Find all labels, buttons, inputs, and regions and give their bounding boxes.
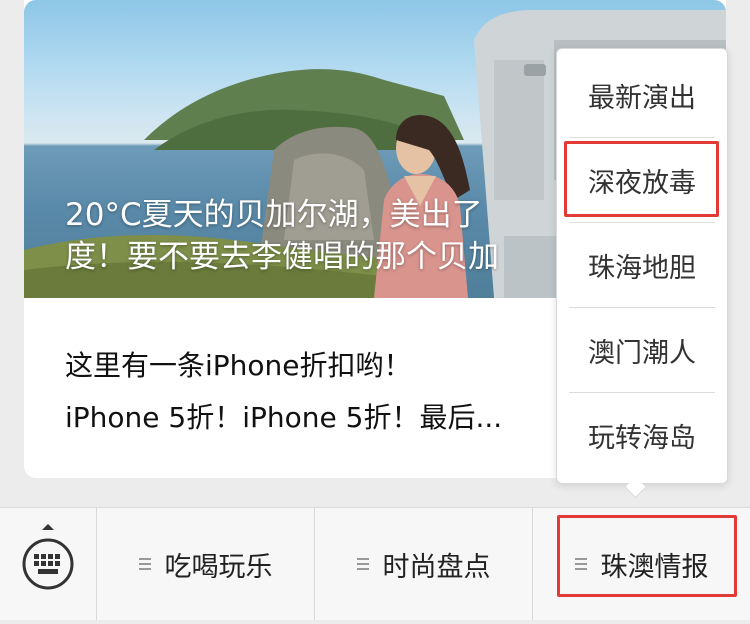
menu-button-label: 时尚盘点 [382,551,491,583]
submenu-item-label: 珠海地胆 [588,253,696,284]
submenu-item-macau-trendy[interactable]: 澳门潮人 [569,308,715,393]
menu-list-icon [138,557,151,571]
menu-button-label: 吃喝玩乐 [164,551,273,583]
article-summary-line-2: iPhone 5折！iPhone 5折！最后... [65,401,503,434]
article-summary[interactable]: 这里有一条iPhone折扣哟！ iPhone 5折！iPhone 5折！最后..… [65,340,565,444]
keyboard-toggle-button[interactable] [0,508,97,620]
highlight-box-bottom-menu [557,515,737,597]
submenu-item-island-tour[interactable]: 玩转海岛 [569,393,715,478]
submenu-item-label: 玩转海岛 [588,423,696,454]
submenu-item-zhuhai-local[interactable]: 珠海地胆 [569,223,715,308]
submenu-popup: 最新演出 深夜放毒 珠海地胆 澳门潮人 玩转海岛 [556,48,728,484]
menu-list-icon [356,557,369,571]
submenu-item-label: 最新演出 [588,83,696,114]
menu-button-fashion-picks[interactable]: 时尚盘点 [315,508,532,620]
keyboard-icon [22,524,74,590]
highlight-box-submenu [564,141,719,217]
article-summary-line-1: 这里有一条iPhone折扣哟！ [65,349,412,382]
submenu-item-latest-shows[interactable]: 最新演出 [569,53,715,138]
submenu-item-label: 澳门潮人 [588,338,696,369]
menu-button-eat-drink-play[interactable]: 吃喝玩乐 [97,508,314,620]
